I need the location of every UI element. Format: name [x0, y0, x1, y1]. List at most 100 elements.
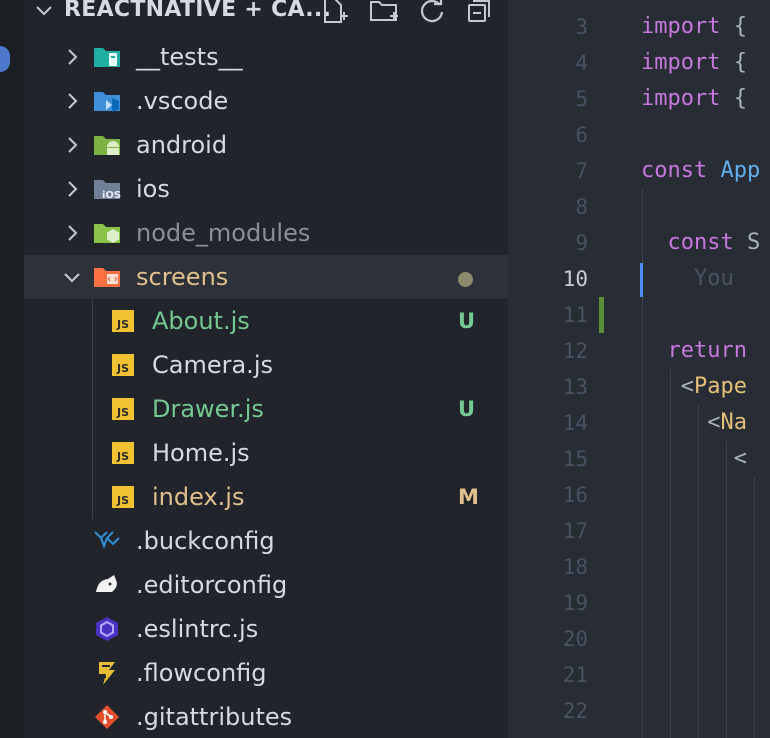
code-token: import — [641, 50, 721, 75]
code-token: import — [641, 14, 721, 39]
folder-tests-icon — [94, 48, 120, 67]
code-token: App — [720, 158, 761, 183]
folder-ios-icon: iOS — [94, 180, 121, 201]
tree-item-vscode[interactable]: .vscode — [24, 79, 508, 123]
explorer-panel: REACTNATIVE + CA... __tests__ .vscode an… — [0, 0, 508, 738]
code-token: < — [641, 410, 721, 435]
line-number: 19 — [562, 591, 588, 615]
line-number: 13 — [562, 375, 588, 399]
tree-item-home-js[interactable]: JS Home.js — [24, 431, 508, 475]
line-number: 5 — [575, 87, 588, 111]
tree-item-label: Home.js — [152, 439, 250, 467]
code-token: const — [667, 230, 734, 255]
indent-guide — [670, 369, 671, 738]
tree-item-drawer-js[interactable]: JS Drawer.js U — [24, 387, 508, 431]
folder-vscode-icon — [94, 92, 120, 112]
chevron-down-icon[interactable] — [32, 0, 56, 23]
file-tree: __tests__ .vscode android iOS ios node_m… — [24, 35, 508, 738]
chevron-right-icon — [68, 137, 78, 153]
code-line: You — [641, 261, 734, 297]
code-editor[interactable]: 3 4 5 6 7 8 9 10 11 12 13 14 15 16 17 18 19 20 21 22 import… — [508, 0, 770, 738]
line-number: 3 — [575, 15, 588, 39]
line-number: 10 — [562, 267, 588, 291]
code-line: const App — [641, 153, 760, 189]
folder-node-icon — [94, 224, 120, 243]
activity-bar — [0, 0, 24, 738]
js-file-icon: JS — [108, 350, 138, 380]
modified-dot-icon — [458, 272, 473, 287]
code-line: <Na — [641, 405, 747, 441]
line-number: 8 — [575, 195, 588, 219]
tree-item-ios[interactable]: iOS ios — [24, 167, 508, 211]
folder-screens-icon — [94, 268, 120, 287]
new-folder-icon[interactable] — [368, 0, 400, 26]
code-token: { — [720, 50, 747, 75]
tree-item-label: .buckconfig — [136, 527, 275, 555]
text-cursor — [640, 263, 643, 297]
tree-item-flowconfig[interactable]: .flowconfig — [24, 651, 508, 695]
explorer-section-header[interactable]: REACTNATIVE + CA... — [24, 0, 508, 28]
indent-guide — [754, 477, 755, 738]
tree-item-label: About.js — [152, 307, 250, 335]
git-status-badge: U — [458, 397, 476, 421]
tree-item-about-js[interactable]: JS About.js U — [24, 299, 508, 343]
workspace-title: REACTNATIVE + CA... — [64, 0, 332, 22]
refresh-icon[interactable] — [416, 0, 448, 26]
svg-text:iOS: iOS — [102, 190, 121, 201]
code-line: return — [641, 333, 747, 369]
tree-item-tests[interactable]: __tests__ — [24, 35, 508, 79]
eslint-icon — [96, 617, 118, 641]
code-token: S — [733, 230, 761, 255]
tree-item-label: .gitattributes — [136, 703, 293, 731]
code-line: import { — [641, 9, 747, 45]
indent-guide — [698, 405, 699, 738]
new-file-icon[interactable] — [318, 0, 350, 26]
tree-item-label: Drawer.js — [152, 395, 264, 423]
line-number: 17 — [562, 519, 588, 543]
flow-icon — [99, 662, 115, 685]
line-number: 14 — [562, 411, 588, 435]
line-number: 21 — [562, 663, 588, 687]
folder-android-icon — [94, 136, 120, 155]
tree-item-label: .editorconfig — [136, 571, 288, 599]
tree-item-label: .eslintrc.js — [136, 615, 259, 643]
line-number: 11 — [562, 303, 588, 327]
code-token: Na — [720, 410, 747, 435]
tree-item-label: node_modules — [136, 219, 311, 247]
code-token: import — [641, 86, 721, 111]
tree-item-label: android — [136, 131, 228, 159]
tree-item-label: ios — [136, 175, 170, 203]
tree-item-screens[interactable]: screens — [24, 255, 508, 299]
editorconfig-icon — [96, 575, 117, 592]
tree-item-eslintrc[interactable]: .eslintrc.js — [24, 607, 508, 651]
chevron-right-icon — [68, 225, 78, 241]
tree-item-buckconfig[interactable]: .buckconfig — [24, 519, 508, 563]
collapse-all-icon[interactable] — [464, 0, 496, 26]
chevron-right-icon — [68, 93, 78, 109]
tree-item-camera-js[interactable]: JS Camera.js — [24, 343, 508, 387]
tree-item-label: __tests__ — [136, 43, 243, 71]
tree-item-label: screens — [136, 263, 229, 291]
js-file-icon: JS — [108, 482, 138, 512]
code-token: { — [720, 14, 747, 39]
code-token: const — [641, 158, 708, 183]
tree-item-label: index.js — [152, 483, 245, 511]
tree-item-node-modules[interactable]: node_modules — [24, 211, 508, 255]
code-token: { — [720, 86, 747, 111]
tree-item-gitattributes[interactable]: .gitattributes — [24, 695, 508, 738]
git-icon — [95, 705, 119, 729]
code-line: import { — [641, 81, 747, 117]
code-line: < — [641, 441, 747, 477]
tree-item-editorconfig[interactable]: .editorconfig — [24, 563, 508, 607]
line-number: 15 — [562, 447, 588, 471]
code-token: < — [641, 374, 694, 399]
tree-item-android[interactable]: android — [24, 123, 508, 167]
code-line: <Pape — [641, 369, 747, 405]
tree-item-index-js[interactable]: JS index.js M — [24, 475, 508, 519]
js-file-icon: JS — [108, 306, 138, 336]
account-avatar[interactable] — [0, 46, 10, 72]
code-token: return — [667, 338, 747, 363]
line-number: 20 — [562, 627, 588, 651]
